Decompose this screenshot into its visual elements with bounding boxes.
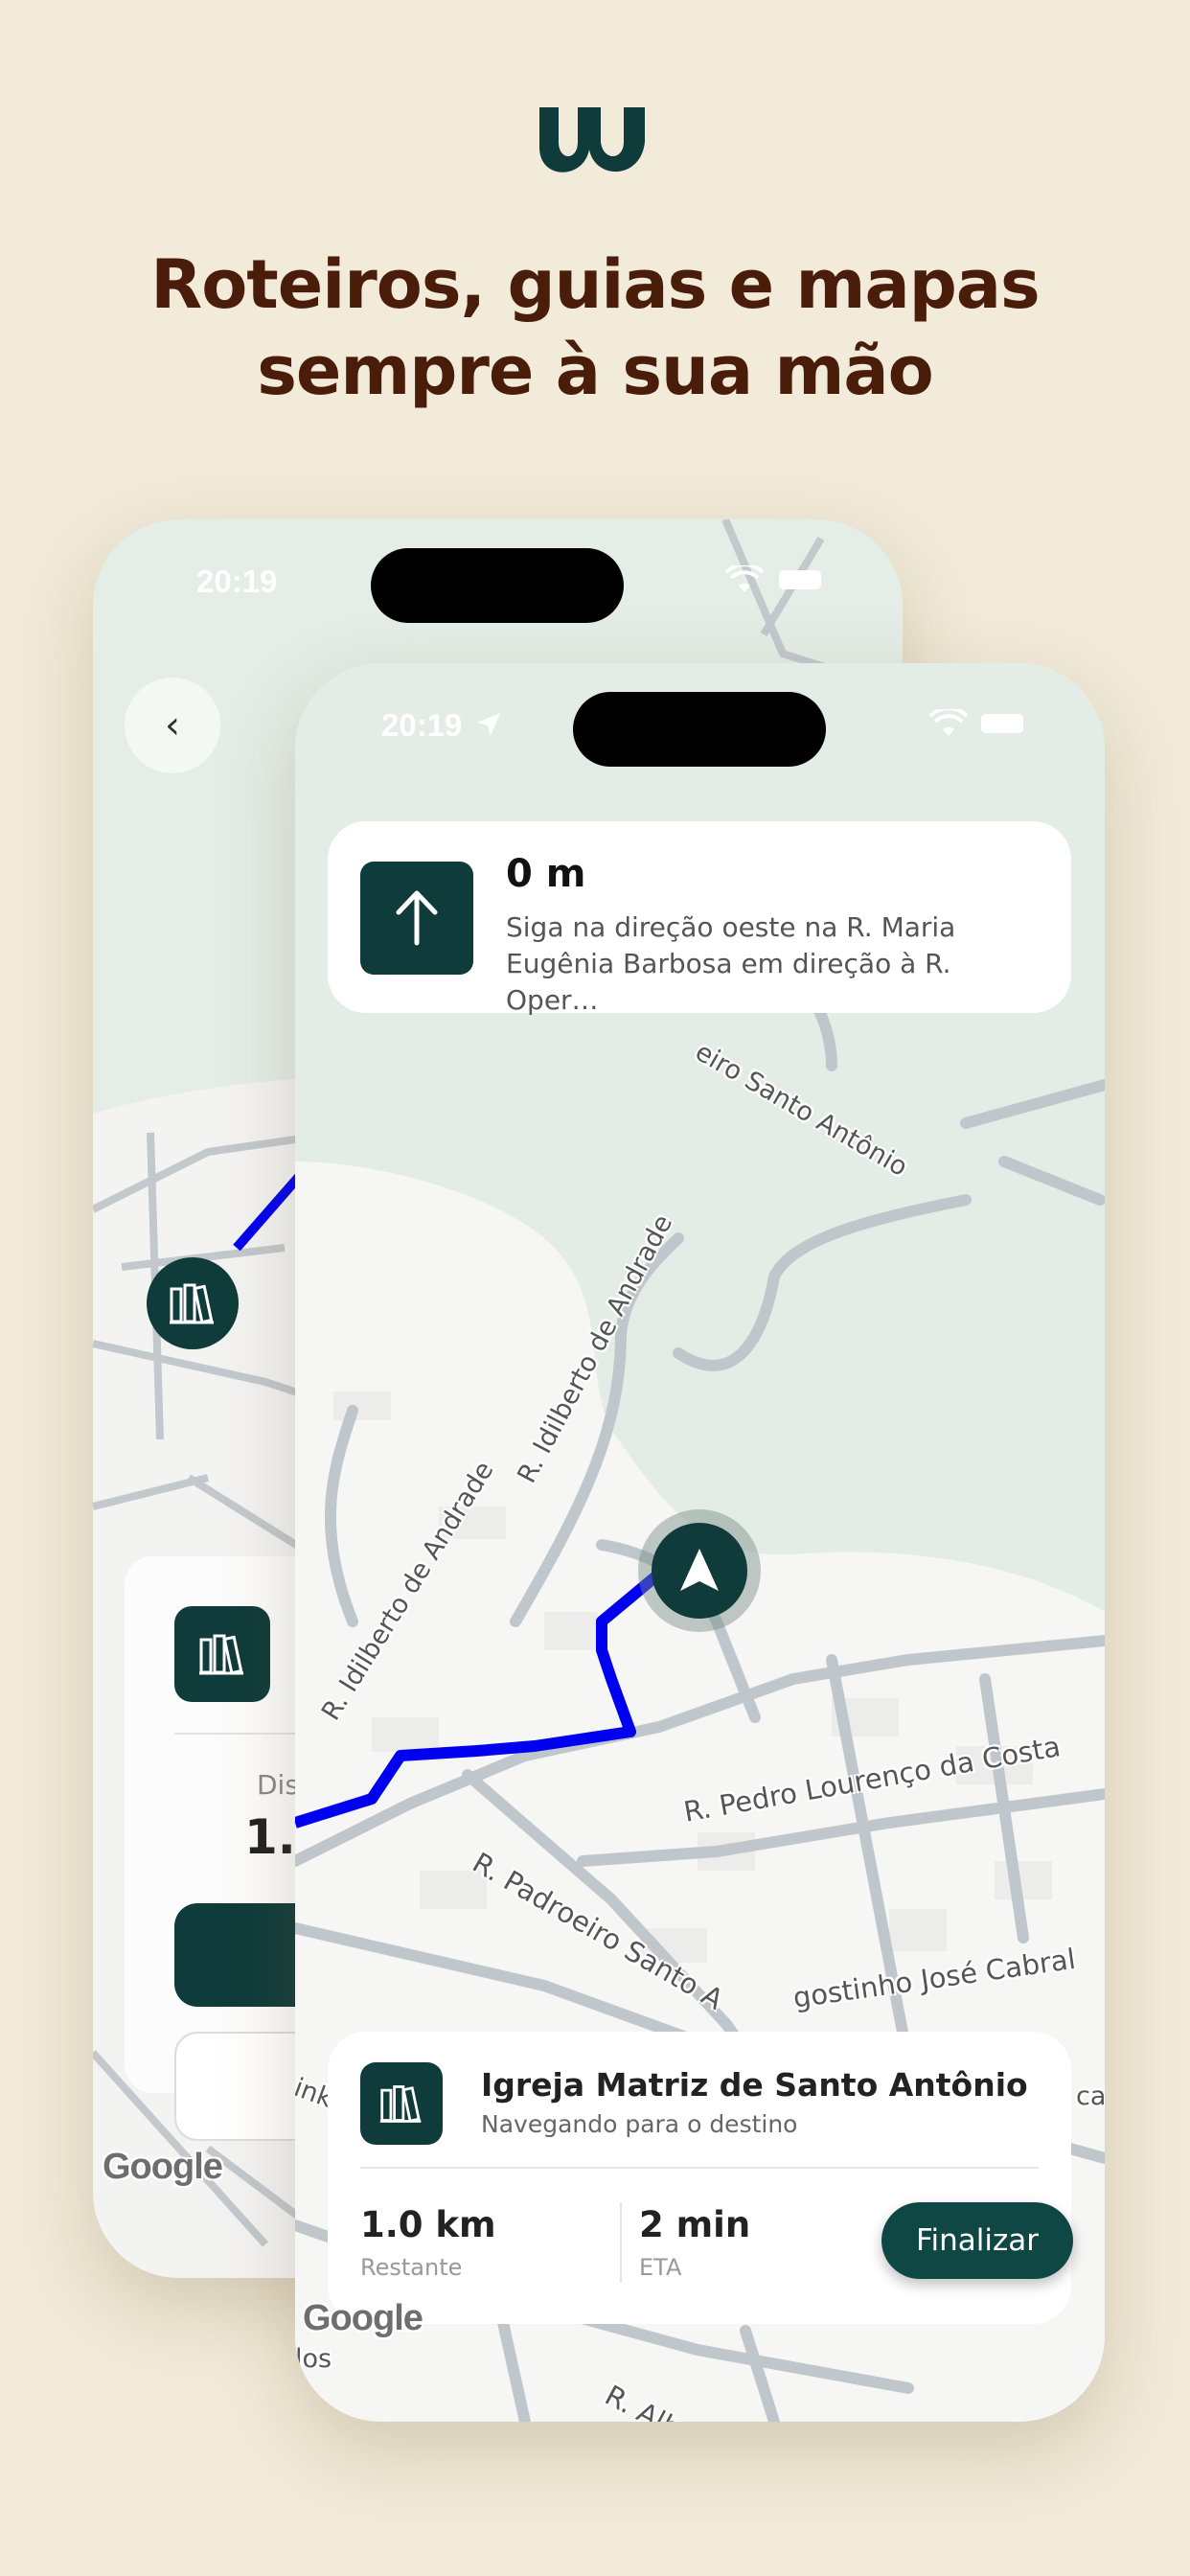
w-logo-icon xyxy=(539,107,645,172)
headline: Roteiros, guias e mapas sempre à sua mão xyxy=(0,242,1190,414)
books-icon xyxy=(170,1283,214,1324)
status-time: 20:19 xyxy=(381,707,463,743)
google-logo: Google xyxy=(303,2298,423,2338)
road-label: los xyxy=(295,2344,332,2374)
status-time: 20:19 xyxy=(196,564,278,599)
instruction-text: Siga na direção oeste na R. Maria Eugêni… xyxy=(506,911,956,1016)
destination-subtitle: Navegando para o destino xyxy=(481,2110,798,2138)
location-arrow-icon xyxy=(477,713,500,736)
current-location-marker xyxy=(652,1523,747,1619)
eta-label: ETA xyxy=(639,2254,682,2281)
finish-button[interactable]: Finalizar xyxy=(881,2202,1073,2279)
instruction-distance: 0 m xyxy=(506,852,586,896)
headline-line-1: Roteiros, guias e mapas xyxy=(150,245,1040,324)
stat-divider xyxy=(620,2202,622,2283)
eta-value: 2 min xyxy=(639,2204,751,2245)
distance-label: Dis xyxy=(257,1769,299,1801)
battery-icon xyxy=(779,570,821,589)
chevron-left-icon: ‹ xyxy=(165,703,180,748)
remaining-distance-label: Restante xyxy=(360,2254,463,2281)
destination-name: Igreja Matriz de Santo Antônio xyxy=(481,2066,1028,2104)
headline-line-2: sempre à sua mão xyxy=(257,332,934,410)
books-icon xyxy=(379,2085,422,2123)
destination-icon xyxy=(360,2062,443,2145)
destination-icon xyxy=(174,1606,270,1702)
battery-icon xyxy=(981,714,1023,733)
books-icon xyxy=(199,1634,243,1675)
google-logo: Google xyxy=(103,2147,223,2187)
navigation-arrow-icon xyxy=(680,1549,719,1591)
wifi-icon xyxy=(929,709,968,736)
back-button[interactable]: ‹ xyxy=(125,678,220,773)
remaining-distance-value: 1.0 km xyxy=(360,2204,496,2245)
location-marker[interactable] xyxy=(147,1257,239,1349)
turn-instruction-card: 0 m Siga na direção oeste na R. Maria Eu… xyxy=(328,821,1071,1016)
arrow-up-icon xyxy=(396,890,438,946)
road-label: ca xyxy=(1076,2082,1105,2111)
front-phone-screen: 20:19 0 m Siga na direção oeste na R. Ma… xyxy=(295,663,1105,2422)
wifi-icon xyxy=(725,565,764,592)
turn-indicator xyxy=(360,862,473,975)
destination-card: Igreja Matriz de Santo Antônio Navegando… xyxy=(328,2032,1073,2324)
dynamic-island xyxy=(573,692,826,767)
dynamic-island xyxy=(371,548,624,623)
card-divider xyxy=(360,2167,1039,2169)
